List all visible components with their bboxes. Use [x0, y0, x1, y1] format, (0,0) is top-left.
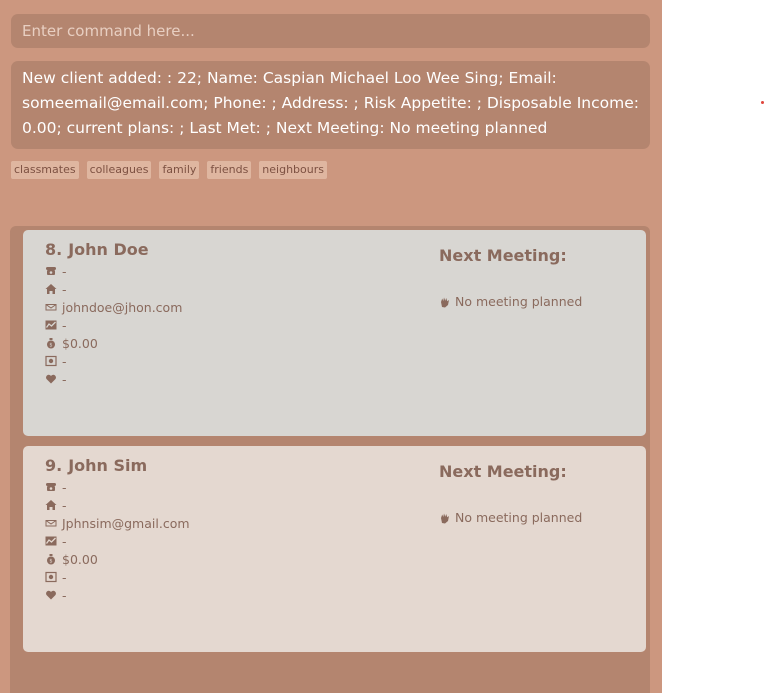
email-field: Jphnsim@gmail.com [45, 514, 190, 532]
next-meeting-status: No meeting planned [439, 294, 582, 309]
client-list[interactable]: 8. John Doe - - johndoe@jhon.com - $ $0.… [10, 226, 650, 693]
income-field: $ $0.00 [45, 334, 182, 352]
client-name: 8. John Doe [45, 240, 149, 259]
income-field: $ $0.00 [45, 550, 190, 568]
tag-friends[interactable]: friends [207, 161, 252, 179]
next-meeting-status: No meeting planned [439, 510, 582, 525]
email-value: Jphnsim@gmail.com [62, 515, 190, 531]
phone-value: - [62, 263, 67, 279]
home-icon [45, 500, 57, 510]
svg-text:$: $ [49, 343, 52, 349]
income-value: $0.00 [62, 551, 98, 567]
next-meeting-text: No meeting planned [455, 294, 583, 309]
risk-field: - [45, 532, 190, 550]
last-met-field: - [45, 586, 190, 604]
email-field: johndoe@jhon.com [45, 298, 182, 316]
client-index: 9. [45, 456, 63, 475]
next-meeting-text: No meeting planned [455, 510, 583, 525]
tag-classmates[interactable]: classmates [11, 161, 79, 179]
client-name: 9. John Sim [45, 456, 147, 475]
last-met-value: - [62, 587, 67, 603]
client-index: 8. [45, 240, 63, 259]
next-meeting-title: Next Meeting: [439, 246, 567, 265]
chart-icon [45, 320, 57, 330]
phone-icon [46, 267, 56, 275]
tag-bar: classmates colleagues family friends nei… [11, 161, 327, 179]
app-window: New client added: : 22; Name: Caspian Mi… [0, 0, 662, 693]
income-value: $0.00 [62, 335, 98, 351]
tag-family[interactable]: family [159, 161, 200, 179]
client-name-text: John Sim [68, 456, 148, 475]
bank-icon [45, 571, 57, 583]
envelope-icon [45, 304, 57, 311]
waving-hand-icon [441, 297, 449, 307]
phone-field: - [45, 478, 190, 496]
address-value: - [62, 497, 67, 513]
plans-value: - [62, 569, 67, 585]
envelope-icon [45, 520, 57, 527]
command-input[interactable] [11, 14, 650, 48]
email-value: johndoe@jhon.com [62, 299, 183, 315]
phone-field: - [45, 262, 182, 280]
waving-hand-icon [441, 513, 449, 523]
result-display: New client added: : 22; Name: Caspian Mi… [11, 61, 650, 149]
address-field: - [45, 496, 190, 514]
next-meeting-title: Next Meeting: [439, 462, 567, 481]
plans-field: - [45, 568, 190, 586]
client-card[interactable]: 9. John Sim - - Jphnsim@gmail.com - $ $0… [23, 446, 646, 652]
home-icon [45, 284, 57, 294]
plans-field: - [45, 352, 182, 370]
risk-field: - [45, 316, 182, 334]
address-field: - [45, 280, 182, 298]
phone-value: - [62, 479, 67, 495]
last-met-field: - [45, 370, 182, 388]
tag-neighbours[interactable]: neighbours [259, 161, 327, 179]
client-card[interactable]: 8. John Doe - - johndoe@jhon.com - $ $0.… [23, 230, 646, 436]
chart-icon [45, 536, 57, 546]
money-bag-icon: $ [47, 338, 55, 349]
plans-value: - [62, 353, 67, 369]
tag-colleagues[interactable]: colleagues [86, 161, 152, 179]
address-value: - [62, 281, 67, 297]
risk-value: - [62, 317, 67, 333]
client-name-text: John Doe [68, 240, 149, 259]
bank-icon [45, 355, 57, 367]
money-bag-icon: $ [47, 554, 55, 565]
last-met-value: - [62, 371, 67, 387]
handshake-icon [46, 590, 56, 600]
handshake-icon [46, 374, 56, 384]
svg-text:$: $ [49, 559, 52, 565]
phone-icon [46, 483, 56, 491]
red-dot-marker [761, 101, 764, 104]
risk-value: - [62, 533, 67, 549]
